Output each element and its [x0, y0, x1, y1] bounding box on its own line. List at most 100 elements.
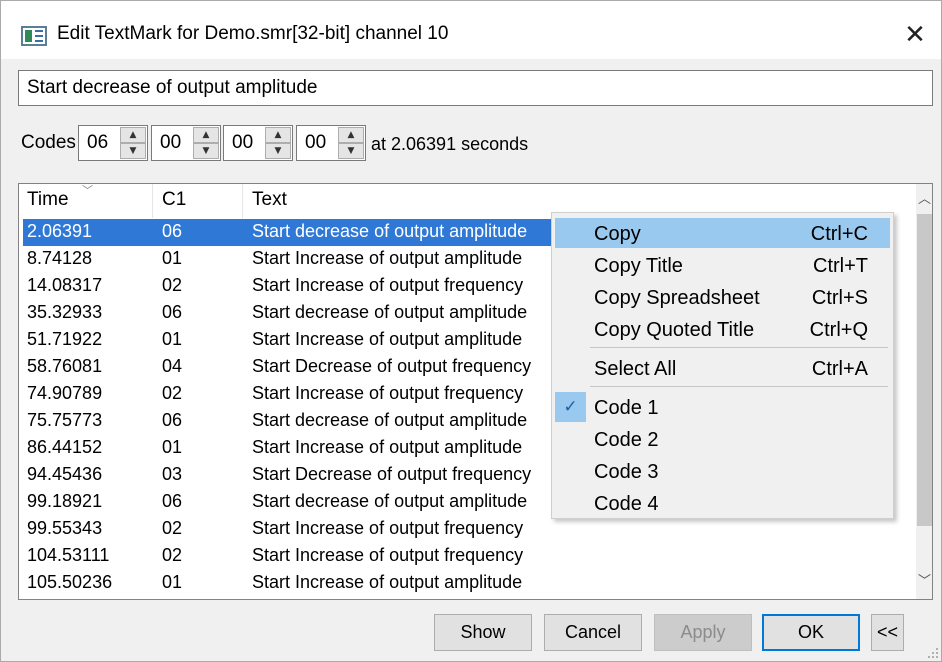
menu-separator — [590, 386, 888, 387]
menu-item-label: Code 1 — [594, 397, 659, 419]
table-row[interactable]: 8.74128 01 Start Increase of output amplit… — [23, 246, 553, 273]
menu-item-shortcut: Ctrl+C — [810, 223, 868, 245]
cell-text: Start Decrease of output frequency — [252, 464, 532, 484]
menu-item-label: Code 4 — [594, 493, 659, 515]
cell-c1: 01 — [162, 572, 183, 592]
menu-item-code-3[interactable]: Code 3 — [555, 456, 890, 486]
menu-item-label: Copy Title — [594, 255, 683, 277]
table-row[interactable]: 14.08317 02 Start Increase of output frequ… — [23, 273, 553, 300]
table-row[interactable]: 51.71922 01 Start Increase of output ampli… — [23, 327, 553, 354]
codes-label: Codes — [21, 132, 76, 153]
column-header-c1[interactable]: C1 — [162, 189, 186, 211]
code-1-spinbox[interactable]: 06 ▲ ▼ — [78, 125, 148, 161]
code-4-spinbox[interactable]: 00 ▲ ▼ — [296, 125, 366, 161]
menu-item-copy-title[interactable]: Copy Title Ctrl+T — [555, 250, 890, 280]
context-menu: Copy Ctrl+C Copy Title Ctrl+T Copy Spreadshe… — [551, 212, 894, 519]
textmark-text-field[interactable]: Start decrease of output amplitude — [18, 70, 933, 106]
cell-time: 74.90789 — [27, 383, 103, 403]
table-row[interactable]: 2.06391 06 Start decrease of output amplit… — [23, 219, 553, 246]
cell-text: Start decrease of output amplitude — [252, 302, 528, 322]
code-3-spinbox[interactable]: 00 ▲ ▼ — [223, 125, 293, 161]
scroll-thumb[interactable] — [917, 214, 932, 526]
menu-item-label: Copy — [594, 223, 641, 245]
cell-c1: 06 — [162, 491, 183, 511]
spin-down-icon[interactable]: ▼ — [338, 143, 364, 159]
column-header-time[interactable]: Time — [27, 189, 69, 211]
menu-separator — [590, 347, 888, 348]
cell-c1: 06 — [162, 302, 183, 322]
table-row[interactable]: 99.55343 02 Start Increase of output frequ… — [23, 516, 553, 543]
menu-item-code-4[interactable]: Code 4 — [555, 488, 890, 518]
cell-text: Start Increase of output amplitude — [252, 572, 523, 592]
menu-item-label: Code 2 — [594, 429, 659, 451]
spin-up-icon[interactable]: ▲ — [338, 127, 364, 143]
cell-text: Start Increase of output amplitude — [252, 329, 523, 349]
table-row[interactable]: 58.76081 04 Start Decrease of output frequ… — [23, 354, 553, 381]
column-header-text[interactable]: Text — [252, 189, 287, 211]
cell-time: 51.71922 — [27, 329, 103, 349]
code-4-value[interactable]: 00 — [305, 132, 326, 154]
menu-item-copy[interactable]: Copy Ctrl+C — [555, 218, 890, 248]
menu-item-label: Copy Spreadsheet — [594, 287, 760, 309]
spin-up-icon[interactable]: ▲ — [120, 127, 146, 143]
cell-time: 99.18921 — [27, 491, 103, 511]
cell-text: Start Increase of output frequency — [252, 383, 524, 403]
table-row[interactable]: 105.50236 01 Start Increase of output ampl… — [23, 570, 553, 597]
scroll-down-icon[interactable]: ﹀ — [916, 568, 932, 596]
title-bar: Edit TextMark for Demo.smr[32-bit] chann… — [1, 1, 941, 59]
menu-item-code-2[interactable]: Code 2 — [555, 424, 890, 454]
cell-time: 86.44152 — [27, 437, 103, 457]
time-readout: at 2.06391 seconds — [371, 134, 529, 154]
cell-c1: 02 — [162, 383, 183, 403]
cell-text: Start Increase of output frequency — [252, 518, 524, 538]
table-row[interactable]: 104.53111 02 Start Increase of output freq… — [23, 543, 553, 570]
scroll-up-icon[interactable]: ︿ — [916, 186, 932, 214]
cell-c1: 02 — [162, 275, 183, 295]
table-row[interactable]: 99.18921 06 Start decrease of output ampli… — [23, 489, 553, 516]
ok-button[interactable]: OK — [762, 614, 860, 651]
menu-item-copy-spreadsheet[interactable]: Copy Spreadsheet Ctrl+S — [555, 282, 890, 312]
cell-time: 8.74128 — [27, 248, 93, 268]
cell-time: 14.08317 — [27, 275, 103, 295]
apply-button[interactable]: Apply — [654, 614, 752, 651]
table-row[interactable]: 75.75773 06 Start decrease of output ampli… — [23, 408, 553, 435]
show-button[interactable]: Show — [434, 614, 532, 651]
app-icon — [21, 26, 47, 46]
cell-text: Start Increase of output amplitude — [252, 437, 523, 457]
code-3-value[interactable]: 00 — [232, 132, 253, 154]
cell-time: 35.32933 — [27, 302, 103, 322]
close-icon[interactable]: ✕ — [899, 21, 931, 51]
cell-time: 104.53111 — [27, 545, 110, 565]
table-row[interactable]: 35.32933 06 Start decrease of output ampli… — [23, 300, 553, 327]
spin-up-icon[interactable]: ▲ — [265, 127, 291, 143]
code-2-value[interactable]: 00 — [160, 132, 181, 154]
menu-item-code-1[interactable]: ✓ Code 1 — [555, 392, 890, 422]
spin-down-icon[interactable]: ▼ — [265, 143, 291, 159]
table-row[interactable]: 94.45436 03 Start Decrease of output frequ… — [23, 462, 553, 489]
menu-item-shortcut: Ctrl+S — [811, 287, 868, 309]
cell-time: 2.06391 — [27, 221, 93, 241]
menu-item-label: Select All — [594, 358, 677, 380]
cell-c1: 03 — [162, 464, 183, 484]
cell-time: 58.76081 — [27, 356, 103, 376]
table-row[interactable]: 86.44152 01 Start Increase of output ampli… — [23, 435, 553, 462]
menu-item-shortcut: Ctrl+Q — [809, 319, 868, 341]
vertical-scrollbar[interactable]: ︿ ﹀ — [916, 184, 932, 599]
resize-grip-icon[interactable] — [927, 647, 939, 659]
cell-time: 99.55343 — [27, 518, 103, 538]
code-2-spinbox[interactable]: 00 ▲ ▼ — [151, 125, 221, 161]
cell-c1: 06 — [162, 410, 183, 430]
spin-up-icon[interactable]: ▲ — [193, 127, 219, 143]
spin-down-icon[interactable]: ▼ — [193, 143, 219, 159]
window-title: Edit TextMark for Demo.smr[32-bit] chann… — [57, 23, 449, 44]
cancel-button[interactable]: Cancel — [544, 614, 642, 651]
cell-time: 94.45436 — [27, 464, 103, 484]
code-1-value[interactable]: 06 — [87, 132, 108, 154]
menu-item-copy-quoted-title[interactable]: Copy Quoted Title Ctrl+Q — [555, 314, 890, 344]
menu-item-select-all[interactable]: Select All Ctrl+A — [555, 353, 890, 383]
table-row[interactable]: 74.90789 02 Start Increase of output frequ… — [23, 381, 553, 408]
menu-item-label: Copy Quoted Title — [594, 319, 755, 341]
spin-down-icon[interactable]: ▼ — [120, 143, 146, 159]
cell-text: Start Increase of output frequency — [252, 545, 524, 565]
collapse-button[interactable]: << — [871, 614, 904, 651]
